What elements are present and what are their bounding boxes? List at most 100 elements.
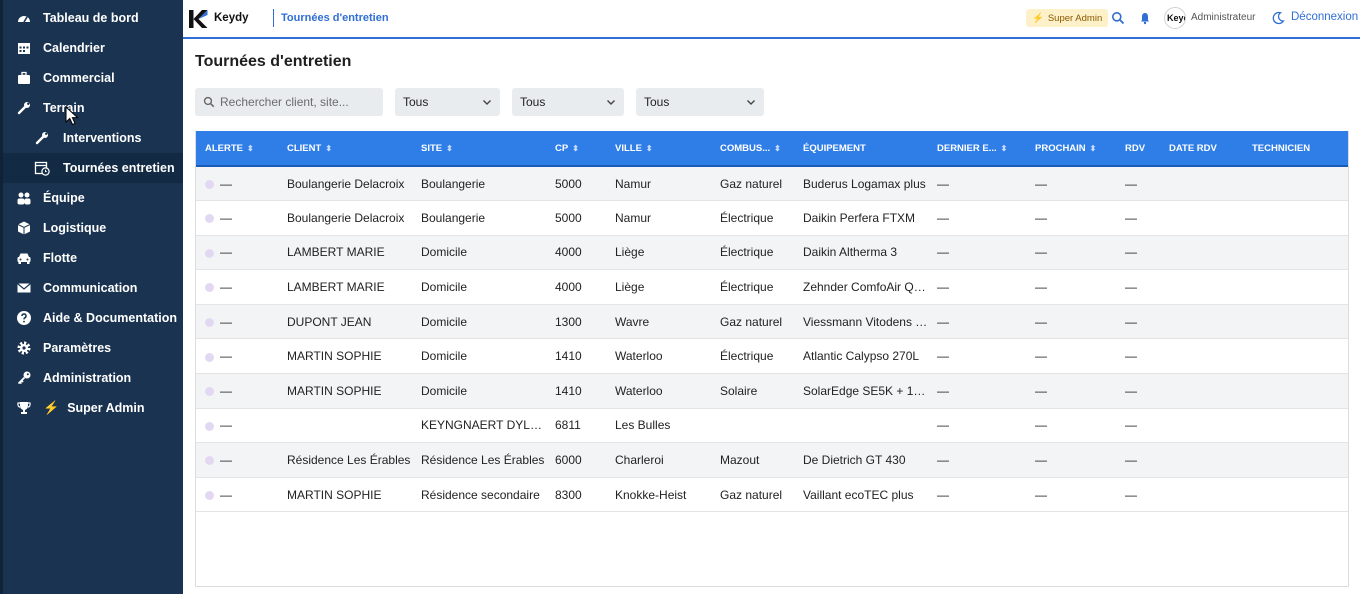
bell-icon[interactable] [1138, 11, 1152, 25]
table-cell-value: 5000 [555, 210, 582, 225]
column-header[interactable]: RDV [1116, 131, 1160, 166]
column-header-label: TECHNICIEN [1252, 142, 1311, 154]
table-row[interactable]: — LAMBERT MARIE Domicile 4000 Liège Électriqu… [196, 269, 1348, 305]
sort-icon[interactable]: ⬍ [1090, 144, 1097, 153]
table-row[interactable]: — Boulangerie Delacroix Boulangerie 5000 Nam… [196, 166, 1348, 201]
sidebar-item-super-admin[interactable]: ⚡ Super Admin [3, 393, 183, 423]
column-header[interactable]: CP ⬍ [546, 131, 606, 166]
table-cell-value: 1410 [555, 383, 582, 398]
sidebar-item-commercial[interactable]: Commercial [3, 63, 183, 93]
sidebar-item-logistique[interactable]: Logistique [3, 213, 183, 243]
filter-select-1[interactable]: Tous [395, 88, 500, 116]
table-cell: — [1116, 339, 1160, 374]
sidebar-item-equipe[interactable]: Équipe [3, 183, 183, 213]
table-cell: Liège [606, 270, 711, 305]
table-cell: — [1026, 270, 1116, 305]
app-root: Tableau de bord Calendrier Commercial Te… [0, 0, 1360, 594]
table-cell-value: — [220, 314, 232, 329]
sidebar-item-communication[interactable]: Communication [3, 273, 183, 303]
sidebar-item-calendar[interactable]: Calendrier [3, 33, 183, 63]
sort-icon[interactable]: ⬍ [646, 144, 653, 153]
super-admin-badge[interactable]: ⚡ Super Admin [1026, 9, 1109, 27]
table-row[interactable]: — MARTIN SOPHIE Domicile 1410 Waterloo Solair… [196, 373, 1348, 409]
table-cell-value: 4000 [555, 280, 582, 295]
table-cell-value: — [937, 210, 949, 225]
question-icon [15, 309, 33, 327]
filter-select-3[interactable]: Tous [636, 88, 764, 116]
sidebar-item-tournees-entretien[interactable]: Tournées entretien [3, 153, 183, 183]
table-cell: Boulangerie Delacroix [278, 201, 412, 236]
bolt-icon: ⚡ [43, 400, 60, 415]
table-cell: Wavre [606, 304, 711, 339]
table-cell: Gaz naturel [711, 166, 794, 201]
table-row[interactable]: — DUPONT JEAN Domicile 1300 Wavre Gaz naturel… [196, 304, 1348, 339]
column-header[interactable]: ÉQUIPEMENT [794, 131, 928, 166]
search-icon [203, 96, 215, 108]
table-cell: — [1026, 477, 1116, 512]
column-header[interactable]: SITE ⬍ [412, 131, 546, 166]
column-header[interactable]: DERNIER E... ⬍ [928, 131, 1026, 166]
sort-icon[interactable]: ⬍ [774, 144, 781, 153]
sidebar-item-terrain[interactable]: Terrain [3, 93, 183, 123]
column-header[interactable]: VILLE ⬍ [606, 131, 711, 166]
table-cell: — [1026, 166, 1116, 201]
sidebar-item-parametres[interactable]: Paramètres [3, 333, 183, 363]
table-cell: Gaz naturel [711, 477, 794, 512]
keydy-logo-icon[interactable] [187, 8, 209, 30]
table-cell [1160, 477, 1243, 512]
sidebar-item-label: Équipe [43, 191, 85, 205]
table-cell: Résidence secondaire [412, 477, 546, 512]
table-cell-value: — [1125, 245, 1137, 260]
chevron-down-icon [483, 100, 491, 105]
column-header[interactable]: DATE RDV [1160, 131, 1243, 166]
column-header[interactable]: ALERTE ⬍ [196, 131, 278, 166]
key-icon [15, 369, 33, 387]
search-icon[interactable] [1111, 11, 1125, 25]
filter-select-2[interactable]: Tous [512, 88, 624, 116]
table-cell-value: Gaz naturel [720, 176, 783, 191]
table-cell: — [1116, 235, 1160, 270]
sidebar-item-interventions[interactable]: Interventions [3, 123, 183, 153]
mouse-cursor-icon [65, 106, 79, 126]
sort-icon[interactable]: ⬍ [446, 144, 453, 153]
table-cell: — [1026, 339, 1116, 374]
sidebar-item-administration[interactable]: Administration [3, 363, 183, 393]
table-cell-value: — [1125, 453, 1137, 468]
table-cell: — [928, 201, 1026, 236]
table-row[interactable]: — KEYNGNAERT DYLAN 6811 Les Bulles — — — [196, 408, 1348, 443]
avatar[interactable]: Keydy [1164, 7, 1186, 29]
column-header[interactable]: CLIENT ⬍ [278, 131, 412, 166]
sort-icon[interactable]: ⬍ [1001, 144, 1008, 153]
sidebar-item-dashboard[interactable]: Tableau de bord [3, 3, 183, 33]
column-header[interactable]: TECHNICIEN [1243, 131, 1348, 166]
table-cell: DUPONT JEAN [278, 304, 412, 339]
sidebar-item-aide[interactable]: Aide & Documentation [3, 303, 183, 333]
table-cell-value: Zehnder ComfoAir Q350 [803, 280, 928, 295]
table-cell [1243, 408, 1348, 443]
table-row[interactable]: — LAMBERT MARIE Domicile 4000 Liège Électriqu… [196, 235, 1348, 270]
users-icon [15, 189, 33, 207]
column-header[interactable]: PROCHAIN ⬍ [1026, 131, 1116, 166]
calendar-clock-icon [33, 159, 51, 177]
table-row[interactable]: — MARTIN SOPHIE Domicile 1410 Waterloo Électr… [196, 338, 1348, 374]
search-input[interactable] [220, 95, 380, 109]
table-row[interactable]: — Boulangerie Delacroix Boulangerie 5000 Nam… [196, 200, 1348, 236]
table-cell-value: Domicile [421, 280, 468, 295]
logout-button[interactable]: Déconnexion [1291, 11, 1358, 23]
table-cell [1160, 166, 1243, 201]
sidebar-item-label: Tableau de bord [43, 11, 139, 25]
sort-icon[interactable]: ⬍ [572, 144, 579, 153]
wrench-icon [33, 129, 51, 147]
table-cell: Électrique [711, 270, 794, 305]
table-cell: — [196, 166, 278, 201]
table-cell-value: Électrique [720, 245, 774, 260]
moon-icon[interactable] [1271, 11, 1285, 25]
table-row[interactable]: — Résidence Les Érables Résidence Les Érab… [196, 442, 1348, 478]
sort-icon[interactable]: ⬍ [325, 144, 332, 153]
column-header[interactable]: COMBUS... ⬍ [711, 131, 794, 166]
sort-icon[interactable]: ⬍ [247, 144, 254, 153]
table-row[interactable]: — MARTIN SOPHIE Résidence secondaire 8300 Kn… [196, 477, 1348, 512]
maintenance-table-container: ALERTE ⬍ CLIENT ⬍ SITE ⬍ CP ⬍ VILLE ⬍ COMBUS... ⬍ ÉQ… [195, 131, 1349, 587]
sidebar-item-flotte[interactable]: Flotte [3, 243, 183, 273]
table-cell-value: 1410 [555, 349, 582, 364]
